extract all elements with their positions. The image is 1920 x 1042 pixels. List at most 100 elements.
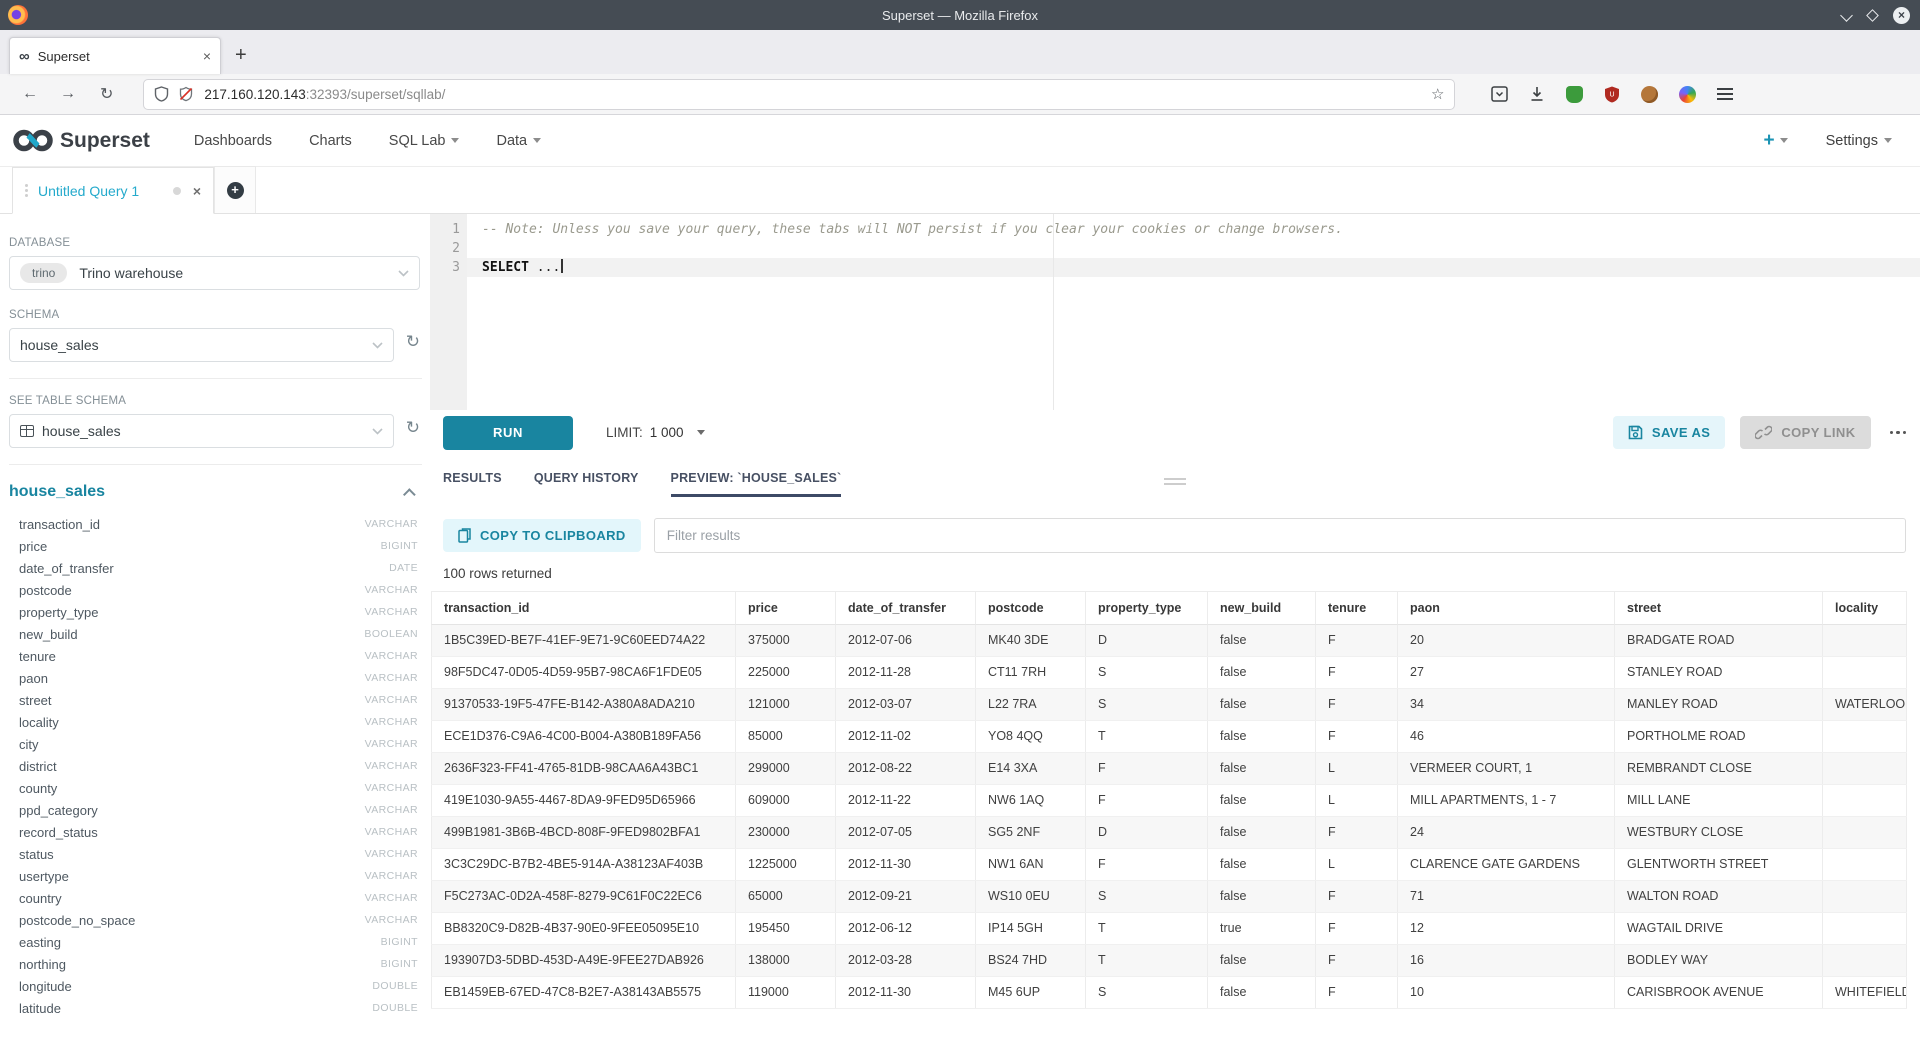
tab-query-history[interactable]: QUERY HISTORY — [534, 471, 639, 497]
schema-column-row[interactable]: countyVARCHAR — [19, 777, 420, 799]
downloads-icon[interactable] — [1529, 86, 1545, 102]
run-button[interactable]: RUN — [443, 416, 573, 450]
schema-column-row[interactable]: eastingBIGINT — [19, 931, 420, 953]
new-item-button[interactable]: + — [1763, 130, 1787, 152]
drag-handle-icon[interactable] — [25, 184, 28, 197]
menu-icon[interactable] — [1717, 88, 1733, 100]
column-header[interactable]: transaction_id — [431, 591, 736, 625]
clipboard-icon — [458, 528, 471, 543]
table-cell: 2012-09-21 — [836, 881, 976, 912]
add-query-tab-button[interactable]: + — [214, 166, 256, 213]
schema-column-row[interactable]: streetVARCHAR — [19, 689, 420, 711]
table-cell: 1B5C39ED-BE7F-41EF-9E71-9C60EED74A22 — [431, 625, 736, 656]
colorful-extension-icon[interactable] — [1679, 86, 1696, 103]
reload-icon[interactable]: ↻ — [100, 84, 113, 104]
browser-tab[interactable]: ∞ Superset × — [9, 37, 221, 74]
table-cell: 10 — [1398, 977, 1615, 1008]
table-cell: T — [1086, 721, 1208, 752]
schema-column-row[interactable]: northingBIGINT — [19, 953, 420, 975]
schema-column-row[interactable]: tenureVARCHAR — [19, 645, 420, 667]
table-cell: 2636F323-FF41-4765-81DB-98CAA6A43BC1 — [431, 753, 736, 784]
column-type: VARCHAR — [365, 694, 420, 706]
schema-column-row[interactable]: districtVARCHAR — [19, 755, 420, 777]
refresh-schema-icon[interactable]: ↻ — [406, 332, 420, 352]
table-schema-select[interactable]: house_sales — [9, 414, 394, 448]
more-options-icon[interactable] — [1890, 431, 1907, 435]
table-cell: 24 — [1398, 817, 1615, 848]
schema-column-row[interactable]: usertypeVARCHAR — [19, 865, 420, 887]
settings-menu[interactable]: Settings — [1826, 133, 1892, 149]
schema-column-row[interactable]: record_statusVARCHAR — [19, 821, 420, 843]
window-titlebar[interactable]: Superset — Mozilla Firefox × — [0, 0, 1920, 30]
column-name: transaction_id — [19, 517, 100, 532]
bookmark-star-icon[interactable]: ☆ — [1431, 85, 1444, 103]
maximize-icon[interactable] — [1866, 9, 1879, 22]
filter-results-input[interactable] — [654, 518, 1906, 553]
privacy-badger-icon[interactable] — [1566, 86, 1583, 103]
tab-preview-house-sales[interactable]: PREVIEW: `HOUSE_SALES` — [671, 471, 842, 497]
minimize-icon[interactable] — [1842, 10, 1852, 20]
superset-brand[interactable]: Superset — [12, 127, 150, 154]
schema-column-row[interactable]: longitudeDOUBLE — [19, 975, 420, 997]
schema-column-row[interactable]: new_buildBOOLEAN — [19, 623, 420, 645]
address-bar[interactable]: 217.160.120.143:32393/superset/sqllab/ ☆ — [143, 79, 1455, 110]
save-as-button[interactable]: SAVE AS — [1613, 416, 1725, 449]
table-cell: REMBRANDT CLOSE — [1615, 753, 1823, 784]
schema-column-row[interactable]: statusVARCHAR — [19, 843, 420, 865]
table-title[interactable]: house_sales — [9, 483, 105, 501]
table-row: ECE1D376-C9A6-4C00-B004-A380B189FA568500… — [431, 721, 1907, 753]
schema-column-row[interactable]: priceBIGINT — [19, 535, 420, 557]
table-cell: WESTBURY CLOSE — [1615, 817, 1823, 848]
nav-item-dashboards[interactable]: Dashboards — [194, 133, 272, 149]
schema-column-row[interactable]: date_of_transferDATE — [19, 557, 420, 579]
schema-column-row[interactable]: postcodeVARCHAR — [19, 579, 420, 601]
copy-link-button[interactable]: COPY LINK — [1740, 416, 1870, 449]
database-select[interactable]: trino Trino warehouse — [9, 256, 420, 290]
schema-column-row[interactable]: latitudeDOUBLE — [19, 997, 420, 1019]
schema-select[interactable]: house_sales — [9, 328, 394, 362]
sql-editor[interactable]: 1 2 3 -- Note: Unless you save your quer… — [430, 214, 1920, 410]
ublock-origin-icon[interactable]: U — [1604, 86, 1620, 103]
schema-column-row[interactable]: cityVARCHAR — [19, 733, 420, 755]
column-header[interactable]: tenure — [1316, 591, 1398, 625]
schema-column-row[interactable]: ppd_categoryVARCHAR — [19, 799, 420, 821]
schema-column-row[interactable]: transaction_idVARCHAR — [19, 513, 420, 535]
table-cell: 121000 — [736, 689, 836, 720]
schema-column-row[interactable]: countryVARCHAR — [19, 887, 420, 909]
schema-column-row[interactable]: localityVARCHAR — [19, 711, 420, 733]
column-header[interactable]: price — [736, 591, 836, 625]
back-icon[interactable]: ← — [22, 85, 38, 103]
nav-item-sql-lab[interactable]: SQL Lab — [389, 133, 460, 149]
column-header[interactable]: date_of_transfer — [836, 591, 976, 625]
collapse-table-icon[interactable] — [403, 488, 416, 501]
query-tab-close-icon[interactable]: × — [193, 183, 201, 199]
column-header[interactable]: street — [1615, 591, 1823, 625]
nav-item-data[interactable]: Data — [496, 133, 541, 149]
schema-column-row[interactable]: paonVARCHAR — [19, 667, 420, 689]
column-header[interactable]: property_type — [1086, 591, 1208, 625]
url-host: 217.160.120.143 — [204, 87, 305, 102]
column-name: paon — [19, 671, 48, 686]
refresh-table-icon[interactable]: ↻ — [406, 418, 420, 438]
column-header[interactable]: new_build — [1208, 591, 1316, 625]
new-tab-button[interactable]: + — [235, 37, 247, 74]
resize-grip-icon[interactable] — [1164, 475, 1186, 485]
save-to-pocket-icon[interactable] — [1491, 86, 1508, 102]
table-cell: VERMEER COURT, 1 — [1398, 753, 1615, 784]
column-header[interactable]: postcode — [976, 591, 1086, 625]
schema-column-row[interactable]: postcode_no_spaceVARCHAR — [19, 909, 420, 931]
limit-dropdown[interactable]: LIMIT: 1 000 — [606, 425, 705, 440]
column-name: tenure — [19, 649, 56, 664]
schema-label: SCHEMA — [9, 309, 420, 321]
copy-to-clipboard-button[interactable]: COPY TO CLIPBOARD — [443, 519, 641, 552]
close-icon[interactable]: × — [1893, 7, 1910, 24]
cookie-extension-icon[interactable] — [1641, 86, 1658, 103]
tab-results[interactable]: RESULTS — [443, 471, 502, 497]
column-header[interactable]: locality — [1823, 591, 1907, 625]
forward-icon[interactable]: → — [60, 85, 76, 103]
query-tab[interactable]: Untitled Query 1 × — [12, 167, 214, 214]
nav-item-charts[interactable]: Charts — [309, 133, 352, 149]
tab-close-icon[interactable]: × — [203, 48, 211, 64]
column-header[interactable]: paon — [1398, 591, 1615, 625]
schema-column-row[interactable]: property_typeVARCHAR — [19, 601, 420, 623]
